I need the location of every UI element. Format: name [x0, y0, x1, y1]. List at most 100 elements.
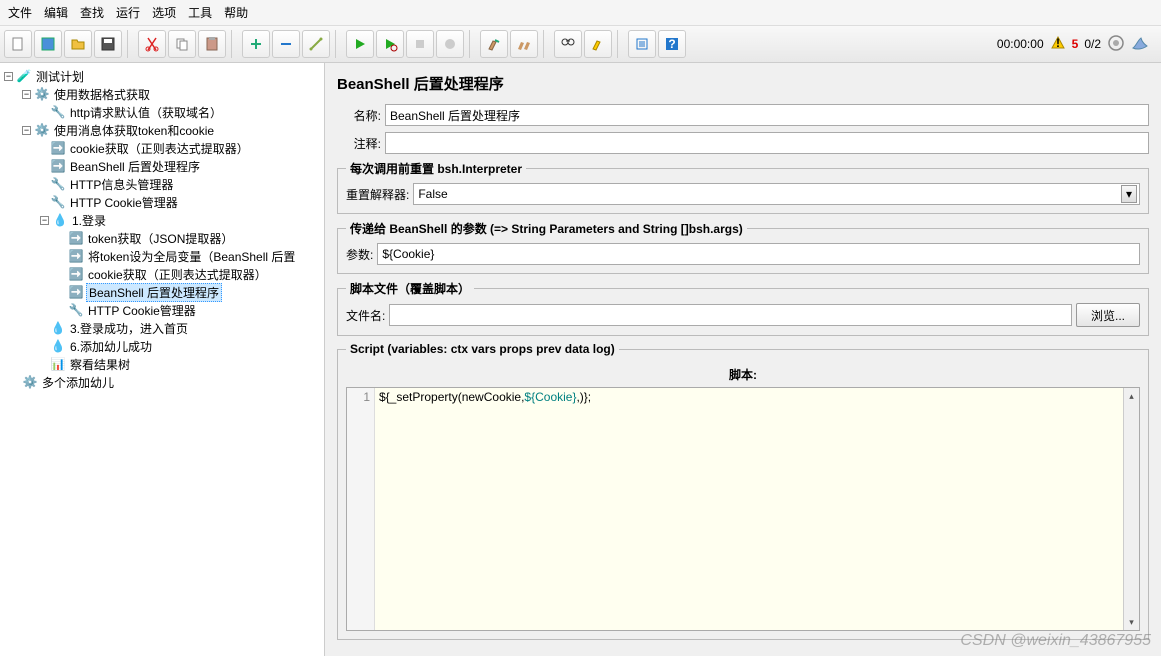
toggle-icon[interactable]: −	[22, 90, 31, 99]
toggle-icon[interactable]: −	[22, 126, 31, 135]
params-legend: 传递给 BeanShell 的参数 (=> String Parameters …	[346, 220, 747, 237]
clear-button[interactable]	[480, 30, 508, 58]
comment-input[interactable]	[385, 132, 1149, 154]
warning-count: 5	[1072, 37, 1079, 51]
scroll-down-icon[interactable]: ▾	[1124, 614, 1139, 630]
stop-button[interactable]	[406, 30, 434, 58]
vertical-scrollbar[interactable]: ▴ ▾	[1123, 388, 1139, 630]
tree-node[interactable]: 🔧HTTP信息头管理器	[0, 175, 324, 193]
tree-node[interactable]: ➡️将token设为全局变量（BeanShell 后置	[0, 247, 324, 265]
thread-count: 0/2	[1084, 37, 1101, 51]
tree-node[interactable]: 💧6.添加幼儿成功	[0, 337, 324, 355]
tree-node[interactable]: 🔧HTTP Cookie管理器	[0, 193, 324, 211]
comment-label: 注释:	[337, 135, 381, 152]
tree-node[interactable]: ⚙️多个添加幼儿	[0, 373, 324, 391]
start-no-timers-button[interactable]	[376, 30, 404, 58]
menu-tools[interactable]: 工具	[188, 4, 212, 21]
open-button[interactable]	[64, 30, 92, 58]
cut-button[interactable]	[138, 30, 166, 58]
tree-label: 测试计划	[34, 68, 86, 85]
elapsed-time: 00:00:00	[997, 37, 1044, 51]
search-button[interactable]	[554, 30, 582, 58]
file-input[interactable]	[389, 304, 1072, 326]
tree-node[interactable]: 🔧http请求默认值（获取域名）	[0, 103, 324, 121]
gear-icon: ⚙️	[34, 86, 50, 102]
file-label: 文件名:	[346, 307, 385, 324]
tree-node[interactable]: ➡️token获取（JSON提取器）	[0, 229, 324, 247]
separator	[543, 30, 549, 58]
file-fieldset: 脚本文件（覆盖脚本） 文件名: 浏览...	[337, 280, 1149, 336]
tree-node-selected[interactable]: ➡️BeanShell 后置处理程序	[0, 283, 324, 301]
browse-button[interactable]: 浏览...	[1076, 303, 1140, 327]
separator	[231, 30, 237, 58]
separator	[469, 30, 475, 58]
tree-node[interactable]: 📊察看结果树	[0, 355, 324, 373]
save-button[interactable]	[94, 30, 122, 58]
script-editor[interactable]: 1 ${_setProperty(newCookie,${Cookie},)};…	[346, 387, 1140, 631]
gear-icon: ⚙️	[22, 374, 38, 390]
tree-node[interactable]: ➡️cookie获取（正则表达式提取器）	[0, 139, 324, 157]
tree-node[interactable]: ➡️cookie获取（正则表达式提取器）	[0, 265, 324, 283]
menu-options[interactable]: 选项	[152, 4, 176, 21]
templates-button[interactable]	[34, 30, 62, 58]
scroll-up-icon[interactable]: ▴	[1124, 388, 1139, 404]
menu-run[interactable]: 运行	[116, 4, 140, 21]
reset-fieldset: 每次调用前重置 bsh.Interpreter 重置解释器: False ▾	[337, 160, 1149, 214]
expand-button[interactable]	[242, 30, 270, 58]
separator	[617, 30, 623, 58]
shutdown-button[interactable]	[436, 30, 464, 58]
menu-edit[interactable]: 编辑	[44, 4, 68, 21]
clear-all-button[interactable]	[510, 30, 538, 58]
paste-button[interactable]	[198, 30, 226, 58]
menu-search[interactable]: 查找	[80, 4, 104, 21]
extractor-icon: ➡️	[68, 284, 84, 300]
menu-bar: 文件 编辑 查找 运行 选项 工具 帮助	[0, 0, 1161, 26]
tree-label: 多个添加幼儿	[40, 374, 116, 391]
script-fieldset: Script (variables: ctx vars props prev d…	[337, 342, 1149, 640]
tree-node[interactable]: −💧1.登录	[0, 211, 324, 229]
code-area[interactable]: ${_setProperty(newCookie,${Cookie},)};	[375, 388, 1123, 630]
collapse-button[interactable]	[272, 30, 300, 58]
sampler-icon: 💧	[52, 212, 68, 228]
tree-node[interactable]: −⚙️使用数据格式获取	[0, 85, 324, 103]
extractor-icon: ➡️	[68, 230, 84, 246]
line-gutter: 1	[347, 388, 375, 630]
name-input[interactable]	[385, 104, 1149, 126]
script-label: 脚本:	[346, 366, 1140, 383]
jmeter-icon	[1131, 34, 1149, 55]
extractor-icon: ➡️	[68, 266, 84, 282]
new-button[interactable]	[4, 30, 32, 58]
toggle-icon[interactable]: −	[4, 72, 13, 81]
toggle-icon[interactable]: −	[40, 216, 49, 225]
tree-node[interactable]: 💧3.登录成功，进入首页	[0, 319, 324, 337]
menu-file[interactable]: 文件	[8, 4, 32, 21]
tree-root[interactable]: −🧪测试计划	[0, 67, 324, 85]
menu-help[interactable]: 帮助	[224, 4, 248, 21]
config-icon: 🔧	[50, 176, 66, 192]
config-icon: 🔧	[68, 302, 84, 318]
tree-label: HTTP Cookie管理器	[68, 194, 180, 211]
params-label: 参数:	[346, 246, 373, 263]
script-legend: Script (variables: ctx vars props prev d…	[346, 342, 619, 356]
toggle-button[interactable]	[302, 30, 330, 58]
reset-select[interactable]: False ▾	[413, 183, 1140, 205]
listener-icon: 📊	[50, 356, 66, 372]
tree-node[interactable]: 🔧HTTP Cookie管理器	[0, 301, 324, 319]
reset-search-button[interactable]	[584, 30, 612, 58]
toolbar: ? 00:00:00 ! 5 0/2	[0, 26, 1161, 63]
svg-text:!: !	[1056, 36, 1060, 50]
tree-label: 使用消息体获取token和cookie	[52, 122, 216, 139]
function-helper-button[interactable]	[628, 30, 656, 58]
start-button[interactable]	[346, 30, 374, 58]
tree-node[interactable]: −⚙️使用消息体获取token和cookie	[0, 121, 324, 139]
test-plan-tree[interactable]: −🧪测试计划 −⚙️使用数据格式获取 🔧http请求默认值（获取域名） −⚙️使…	[0, 63, 325, 656]
warning-icon: !	[1050, 35, 1066, 54]
tree-node[interactable]: ➡️BeanShell 后置处理程序	[0, 157, 324, 175]
status-area: 00:00:00 ! 5 0/2	[997, 34, 1157, 55]
help-button[interactable]: ?	[658, 30, 686, 58]
tree-label: cookie获取（正则表达式提取器）	[68, 140, 251, 157]
copy-button[interactable]	[168, 30, 196, 58]
params-input[interactable]	[377, 243, 1140, 265]
extractor-icon: ➡️	[50, 140, 66, 156]
tree-label: HTTP Cookie管理器	[86, 302, 198, 319]
